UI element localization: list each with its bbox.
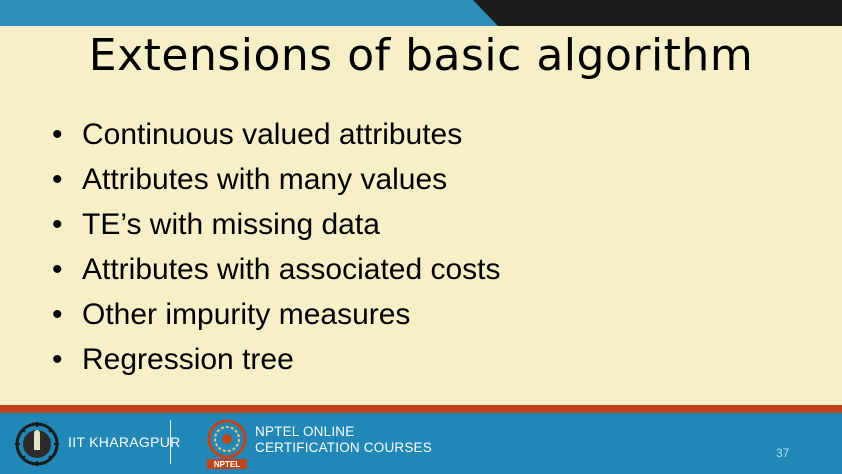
- bullet-item: • TE’s with missing data: [52, 204, 501, 249]
- bullet-dot: •: [52, 253, 63, 286]
- bullet-item: • Attributes with associated costs: [52, 249, 501, 294]
- nptel-online-label: NPTEL ONLINE: [255, 424, 355, 439]
- nptel-logo-text: NPTEL: [214, 460, 240, 469]
- page-number: 37: [776, 446, 790, 460]
- bullet-text: Continuous valued attributes: [82, 118, 463, 151]
- bullet-item: • Continuous valued attributes: [52, 114, 501, 159]
- footer-accent-stripe: [0, 405, 842, 412]
- bullet-item: • Attributes with many values: [52, 159, 501, 204]
- bullet-dot: •: [52, 343, 63, 376]
- bullet-text: Attributes with many values: [82, 163, 448, 196]
- bullet-list: • Continuous valued attributes • Attribu…: [52, 114, 501, 384]
- top-dark-corner: [473, 0, 842, 26]
- nptel-logo-icon: NPTEL: [207, 419, 247, 469]
- footer-divider: [170, 420, 171, 464]
- bullet-text: Other impurity measures: [82, 298, 411, 331]
- bullet-dot: •: [52, 298, 63, 331]
- iit-kharagpur-label: IIT KHARAGPUR: [68, 434, 181, 450]
- iit-kharagpur-logo-icon: [15, 422, 59, 466]
- bullet-dot: •: [52, 208, 63, 241]
- bullet-text: TE’s with missing data: [82, 208, 380, 241]
- bullet-text: Regression tree: [82, 343, 294, 376]
- bullet-dot: •: [52, 118, 63, 151]
- bullet-item: • Other impurity measures: [52, 294, 501, 339]
- bullet-dot: •: [52, 163, 63, 196]
- slide-title: Extensions of basic algorithm: [88, 30, 754, 81]
- certification-courses-label: CERTIFICATION COURSES: [255, 440, 432, 455]
- bullet-text: Attributes with associated costs: [82, 253, 501, 286]
- bullet-item: • Regression tree: [52, 339, 501, 384]
